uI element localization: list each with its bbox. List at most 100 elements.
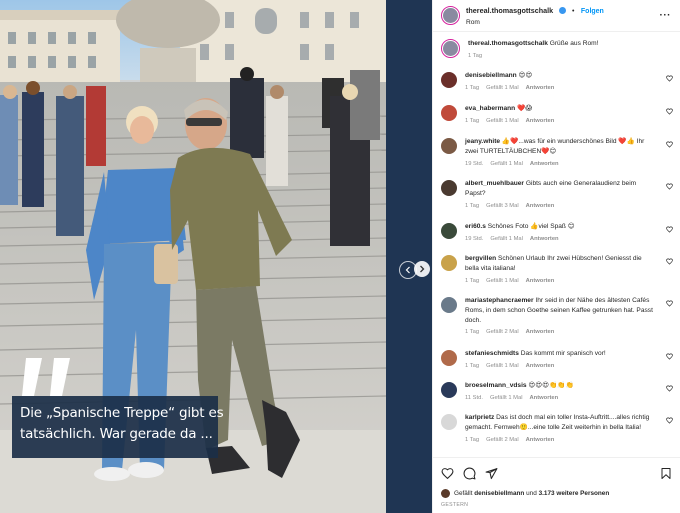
comment-time: 11 Std.: [465, 394, 483, 401]
post-actions-bar: Gefällt denisebiellmann und 3.173 weiter…: [433, 457, 680, 513]
more-options-icon[interactable]: ···: [660, 10, 672, 21]
comment-username[interactable]: eri60.s: [465, 223, 486, 230]
comment-username[interactable]: broeselmann_vdsis: [465, 382, 527, 389]
liker-username[interactable]: denisebiellmann: [474, 490, 524, 497]
reply-button[interactable]: Antworten: [526, 203, 555, 209]
comment-avatar[interactable]: [441, 414, 457, 430]
comment-avatar[interactable]: [441, 138, 457, 154]
post-header: thereal.thomasgottschalk • Folgen Rom ··…: [433, 0, 680, 32]
reply-button[interactable]: Antworten: [526, 437, 555, 443]
comment-likes[interactable]: Gefällt 1 Mal: [486, 85, 519, 91]
comment-avatar[interactable]: [441, 223, 457, 239]
photo-caption-overlay: Die „Spanische Treppe“ gibt es tatsächli…: [12, 396, 224, 458]
comment-username[interactable]: karlprietz: [465, 414, 494, 421]
comment-avatar[interactable]: [441, 297, 457, 313]
comment-likes[interactable]: Gefällt 1 Mal: [486, 118, 519, 124]
carousel-next-button[interactable]: [414, 261, 430, 277]
comment-avatar[interactable]: [441, 180, 457, 196]
comment-time: 1 Tag: [465, 202, 480, 209]
send-icon[interactable]: [485, 467, 498, 480]
comment-time: 1 Tag: [465, 84, 480, 91]
comment-heart-icon[interactable]: [666, 108, 673, 115]
comment-avatar[interactable]: [441, 382, 457, 398]
comment-item: mariastephancraemer Ihr seid in der Nähe…: [441, 296, 673, 338]
post-photo[interactable]: Die „Spanische Treppe“ gibt es tatsächli…: [0, 0, 386, 513]
caption-avatar[interactable]: [441, 39, 460, 58]
bookmark-icon[interactable]: [660, 467, 672, 480]
comment-avatar[interactable]: [441, 350, 457, 366]
comment-avatar[interactable]: [441, 255, 457, 271]
reply-button[interactable]: Antworten: [526, 118, 555, 124]
reply-button[interactable]: Antworten: [530, 161, 559, 167]
comment-likes[interactable]: Gefällt 1 Mal: [486, 363, 519, 369]
comment-heart-icon[interactable]: [666, 226, 673, 233]
likes-middle: und: [526, 490, 537, 497]
author-avatar[interactable]: [441, 6, 460, 25]
comment-username[interactable]: albert_muehlbauer: [465, 180, 524, 187]
comment-text: 😍😍😍👏👏👏: [528, 382, 574, 389]
comment-time: 1 Tag: [465, 277, 480, 284]
verified-badge-icon: [558, 7, 566, 14]
reply-button[interactable]: Antworten: [526, 85, 555, 91]
comment-heart-icon[interactable]: [666, 300, 673, 307]
comment-likes[interactable]: Gefällt 3 Mal: [486, 203, 519, 209]
comment-likes[interactable]: Gefällt 2 Mal: [486, 329, 519, 335]
comment-item: eri60.s Schönes Foto 👍viel Spaß 😊 19 Std.…: [441, 222, 673, 245]
likes-summary[interactable]: Gefällt denisebiellmann und 3.173 weiter…: [441, 489, 609, 498]
comment-text: Schönes Foto 👍viel Spaß 😊: [487, 223, 575, 230]
comments-list[interactable]: thereal.thomasgottschalk Grüße aus Rom! …: [433, 33, 680, 457]
reply-button[interactable]: Antworten: [526, 329, 555, 335]
heart-icon[interactable]: [441, 467, 454, 480]
reply-button[interactable]: Antworten: [526, 363, 555, 369]
comment-heart-icon[interactable]: [666, 417, 673, 424]
comment-heart-icon[interactable]: [666, 141, 673, 148]
comment-heart-icon[interactable]: [666, 183, 673, 190]
post-date: GESTERN: [441, 502, 469, 508]
comment-text: ❤️😱: [517, 105, 533, 112]
comment-heart-icon[interactable]: [666, 258, 673, 265]
post-location[interactable]: Rom: [466, 17, 604, 28]
caption-username[interactable]: thereal.thomasgottschalk: [468, 40, 548, 47]
comment-likes[interactable]: Gefällt 1 Mal: [490, 236, 523, 242]
comment-avatar[interactable]: [441, 105, 457, 121]
comment-time: 1 Tag: [465, 117, 480, 124]
comment-likes[interactable]: Gefällt 1 Mal: [490, 395, 523, 401]
reply-button[interactable]: Antworten: [526, 278, 555, 284]
comment-username[interactable]: bergvillen: [465, 255, 496, 262]
header-separator: •: [571, 8, 575, 15]
comment-item: eva_habermann ❤️😱 1 Tag Gefällt 1 Mal Antwo…: [441, 104, 673, 127]
post-caption: thereal.thomasgottschalk Grüße aus Rom! …: [441, 39, 673, 62]
reply-button[interactable]: Antworten: [530, 395, 559, 401]
quote-mark-icon: [22, 358, 70, 396]
reply-button[interactable]: Antworten: [530, 236, 559, 242]
comment-item: denisebiellmann 😍😍 1 Tag Gefällt 1 Mal Antw…: [441, 71, 673, 94]
comment-username[interactable]: stefanieschmidts: [465, 350, 519, 357]
comment-username[interactable]: eva_habermann: [465, 105, 515, 112]
comment-username[interactable]: jeany.white: [465, 138, 500, 145]
comment-time: 1 Tag: [465, 436, 480, 443]
post-sidebar: thereal.thomasgottschalk • Folgen Rom ··…: [432, 0, 680, 513]
comment-icon[interactable]: [463, 467, 476, 480]
photo-caption-line-1: Die „Spanische Treppe“ gibt es: [20, 405, 224, 421]
comment-item: albert_muehlbauer Gibts auch eine Genera…: [441, 179, 673, 211]
comment-time: 19 Std.: [465, 160, 484, 167]
chevron-left-icon: [405, 266, 410, 274]
comment-item: jeany.white 👍❤️...was für ein wunderschö…: [441, 137, 673, 169]
follow-button[interactable]: Folgen: [581, 8, 604, 15]
comment-heart-icon[interactable]: [666, 385, 673, 392]
comment-username[interactable]: mariastephancraemer: [465, 297, 534, 304]
likes-count[interactable]: 3.173 weitere Personen: [539, 490, 610, 497]
caption-text: Grüße aus Rom!: [549, 40, 599, 47]
chevron-right-icon: [420, 265, 425, 273]
author-username[interactable]: thereal.thomasgottschalk: [466, 6, 553, 15]
comment-time: 1 Tag: [465, 362, 480, 369]
comment-likes[interactable]: Gefällt 1 Mal: [486, 278, 519, 284]
comment-item: broeselmann_vdsis 😍😍😍👏👏👏 11 Std. Gefällt 1…: [441, 381, 673, 404]
comment-item: karlprietz Das ist doch mal ein toller I…: [441, 413, 673, 445]
comment-heart-icon[interactable]: [666, 353, 673, 360]
comment-heart-icon[interactable]: [666, 75, 673, 82]
comment-avatar[interactable]: [441, 72, 457, 88]
comment-username[interactable]: denisebiellmann: [465, 72, 517, 79]
comment-likes[interactable]: Gefällt 2 Mal: [486, 437, 519, 443]
comment-likes[interactable]: Gefällt 1 Mal: [490, 161, 523, 167]
